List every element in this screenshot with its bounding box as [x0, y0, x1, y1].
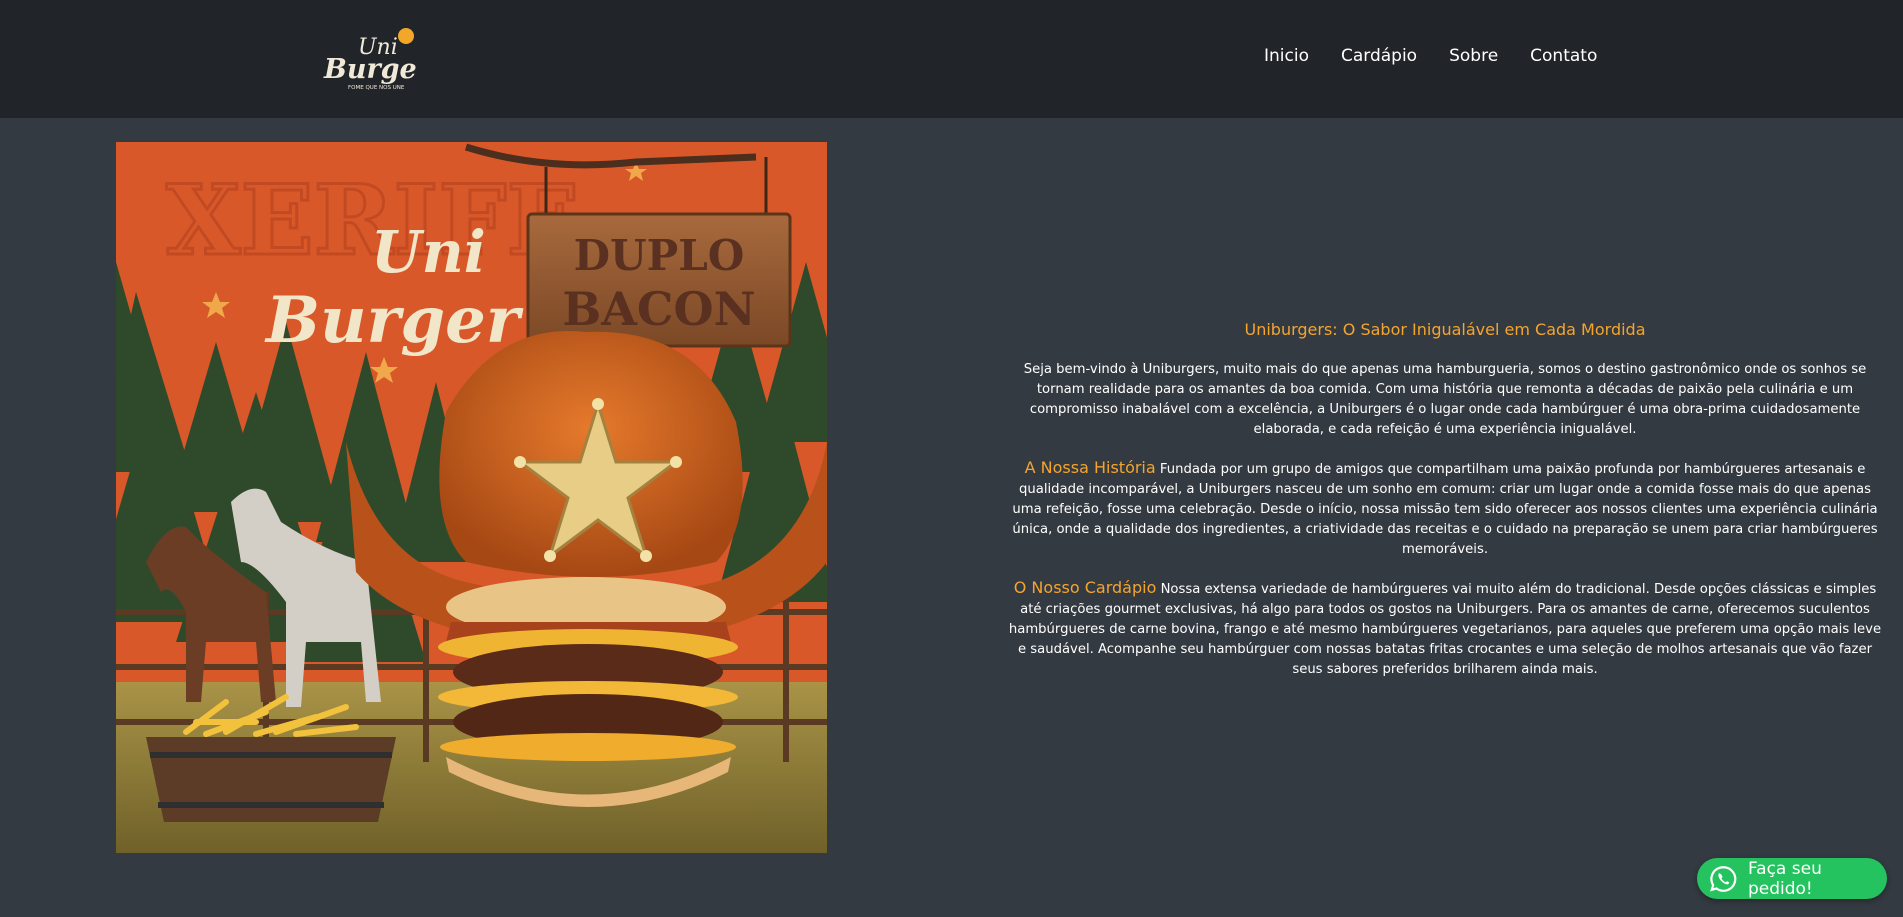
main-nav: Inicio Cardápio Sobre Contato [1264, 44, 1629, 68]
history-heading: A Nossa História [1024, 458, 1156, 477]
logo-line2: Burger [323, 54, 418, 85]
nav-sobre[interactable]: Sobre [1449, 44, 1498, 68]
whatsapp-label: Faça seu pedido! [1747, 858, 1822, 899]
history-paragraph: A Nossa História Fundada por um grupo de… [1005, 458, 1885, 560]
about-intro: Seja bem-vindo à Uniburgers, muito mais … [1023, 362, 1867, 437]
poster-logo-line2: Burger [264, 283, 524, 358]
whatsapp-order-button[interactable]: Faça seu pedido! [1697, 858, 1887, 899]
sign-line1: DUPLO [574, 231, 745, 280]
brand-logo[interactable]: Uni Burger FOME QUE NOS UNE [322, 26, 418, 92]
about-section: Uniburgers: O Sabor Inigualável em Cada … [1005, 318, 1885, 698]
menu-heading: O Nosso Cardápio [1013, 578, 1157, 597]
nav-inicio[interactable]: Inicio [1264, 44, 1309, 68]
sign-line2: BACON [562, 282, 755, 336]
poster-logo-line1: Uni [371, 218, 486, 286]
hero-poster-image: XERIFE DUPLO BACON Uni Burger [116, 142, 827, 853]
nav-cardapio[interactable]: Cardápio [1341, 44, 1417, 68]
whatsapp-icon [1710, 865, 1737, 892]
logo-sun-icon [398, 28, 414, 44]
nav-contato[interactable]: Contato [1530, 44, 1597, 68]
menu-paragraph: O Nosso Cardápio Nossa extensa variedade… [1005, 578, 1885, 680]
about-title: Uniburgers: O Sabor Inigualável em Cada … [1244, 320, 1646, 339]
site-header: Uni Burger FOME QUE NOS UNE Inicio Cardá… [0, 0, 1903, 118]
logo-tagline: FOME QUE NOS UNE [348, 85, 405, 91]
